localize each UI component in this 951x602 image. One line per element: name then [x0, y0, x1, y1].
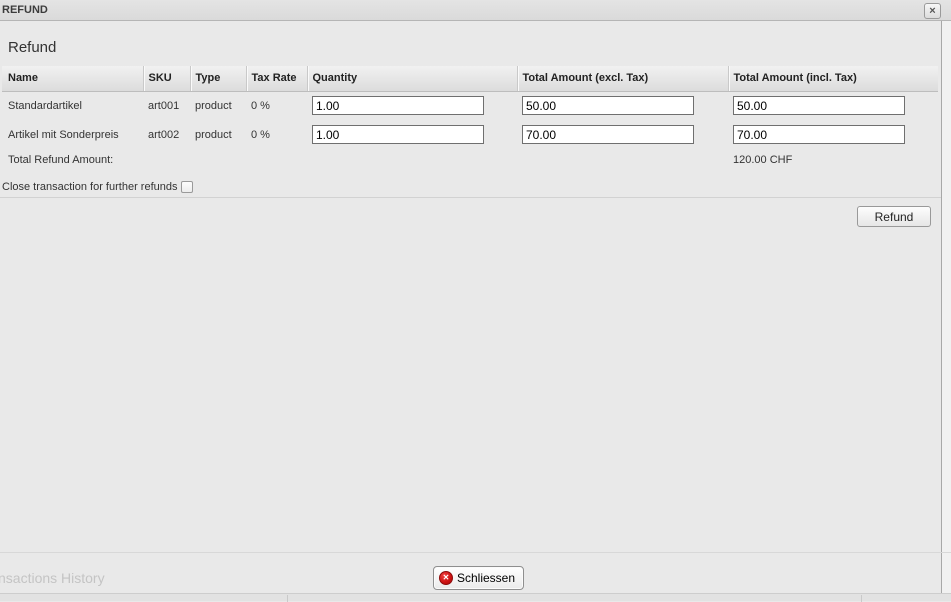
column-header-total-excl: Total Amount (excl. Tax) — [517, 66, 728, 91]
table-header-row: Name SKU Type Tax Rate Quantity Total Am… — [2, 66, 938, 91]
total-excl-tax-input[interactable] — [522, 96, 694, 115]
item-type: product — [190, 91, 246, 120]
column-header-total-incl: Total Amount (incl. Tax) — [728, 66, 938, 91]
close-transaction-label-wrap[interactable]: Close transaction for further refunds — [2, 181, 193, 193]
modal-titlebar: REFUND × — [0, 0, 951, 21]
item-tax-rate: 0 % — [246, 91, 307, 120]
schliessen-button-label: Schliessen — [457, 571, 515, 585]
column-header-tax-rate: Tax Rate — [246, 66, 307, 91]
total-excl-tax-input[interactable] — [522, 125, 694, 144]
close-icon: × — [929, 5, 935, 17]
item-sku: art001 — [143, 91, 190, 120]
background-page-heading: nsactions History — [0, 570, 105, 586]
bottom-page-bar — [0, 593, 951, 601]
total-incl-tax-input[interactable] — [733, 125, 905, 144]
refund-items-table: Name SKU Type Tax Rate Quantity Total Am… — [2, 66, 938, 149]
quantity-input[interactable] — [312, 96, 484, 115]
page-right-strip — [942, 21, 951, 593]
total-refund-value: 120.00 CHF — [733, 154, 792, 166]
refund-button[interactable]: Refund — [857, 206, 931, 227]
close-transaction-label: Close transaction for further refunds — [2, 181, 177, 193]
table-row: Artikel mit Sonderpreis art002 product 0… — [2, 120, 938, 149]
item-type: product — [190, 120, 246, 149]
column-header-name: Name — [2, 66, 143, 91]
section-divider — [0, 197, 941, 198]
item-name: Standardartikel — [2, 91, 143, 120]
close-transaction-row: Close transaction for further refunds — [2, 181, 193, 195]
quantity-input[interactable] — [312, 125, 484, 144]
close-transaction-checkbox[interactable] — [181, 181, 193, 193]
total-refund-row: Total Refund Amount: 120.00 CHF — [0, 154, 941, 170]
refund-heading: Refund — [8, 39, 56, 56]
column-header-type: Type — [190, 66, 246, 91]
item-tax-rate: 0 % — [246, 120, 307, 149]
red-close-icon: ✕ — [439, 571, 453, 585]
total-incl-tax-input[interactable] — [733, 96, 905, 115]
table-row: Standardartikel art001 product 0 % — [2, 91, 938, 120]
modal-close-button[interactable]: × — [924, 3, 941, 19]
item-name: Artikel mit Sonderpreis — [2, 120, 143, 149]
modal-title: REFUND — [2, 4, 48, 16]
footer-divider — [0, 552, 951, 553]
column-header-sku: SKU — [143, 66, 190, 91]
schliessen-button[interactable]: ✕ Schliessen — [433, 566, 524, 590]
column-header-quantity: Quantity — [307, 66, 517, 91]
item-sku: art002 — [143, 120, 190, 149]
total-refund-label: Total Refund Amount: — [8, 154, 113, 166]
